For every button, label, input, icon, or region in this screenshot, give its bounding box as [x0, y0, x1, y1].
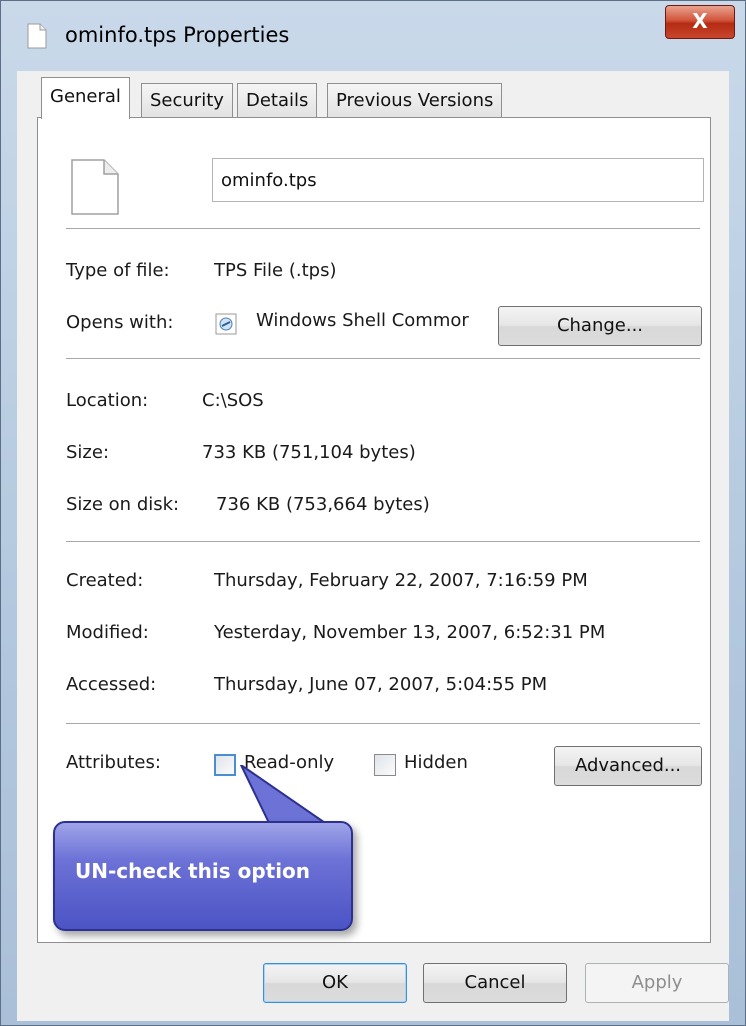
- created-label: Created:: [66, 570, 144, 591]
- tab-security-label: Security: [150, 90, 224, 111]
- general-panel: Type of file: TPS File (.tps) Opens with…: [37, 117, 711, 943]
- read-only-checkbox[interactable]: [214, 754, 236, 776]
- callout-pointer: [239, 765, 335, 828]
- modified-value: Yesterday, November 13, 2007, 6:52:31 PM: [214, 622, 606, 643]
- callout-text: UN-check this option: [75, 859, 311, 883]
- tab-general[interactable]: General: [41, 77, 130, 119]
- document-icon: [27, 23, 47, 49]
- tab-previous-versions-label: Previous Versions: [336, 90, 494, 111]
- created-value: Thursday, February 22, 2007, 7:16:59 PM: [214, 570, 588, 591]
- size-label: Size:: [66, 442, 110, 463]
- size-value: 733 KB (751,104 bytes): [202, 442, 416, 463]
- tab-security[interactable]: Security: [141, 83, 233, 117]
- close-button[interactable]: X: [665, 5, 735, 39]
- accessed-label: Accessed:: [66, 674, 157, 695]
- divider: [66, 541, 700, 542]
- properties-window: ominfo.tps Properties X General Security…: [0, 0, 746, 1026]
- divider: [66, 228, 700, 229]
- divider: [66, 723, 700, 724]
- type-of-file-value: TPS File (.tps): [214, 260, 337, 281]
- advanced-button[interactable]: Advanced...: [554, 746, 702, 786]
- shell-app-icon: [215, 313, 237, 335]
- apply-button[interactable]: Apply: [585, 963, 729, 1003]
- divider: [66, 358, 700, 359]
- title-bar[interactable]: ominfo.tps Properties X: [1, 1, 745, 69]
- opens-with-value: Windows Shell Commor: [256, 310, 469, 331]
- document-icon: [71, 159, 119, 215]
- size-on-disk-value: 736 KB (753,664 bytes): [216, 494, 430, 515]
- change-button[interactable]: Change...: [498, 306, 702, 346]
- callout-box: UN-check this option: [53, 821, 353, 931]
- location-label: Location:: [66, 390, 149, 411]
- hidden-checkbox[interactable]: [374, 754, 396, 776]
- ok-button[interactable]: OK: [263, 963, 407, 1003]
- hidden-label[interactable]: Hidden: [404, 752, 468, 773]
- tab-previous-versions[interactable]: Previous Versions: [327, 83, 503, 117]
- tab-general-label: General: [50, 86, 121, 107]
- attributes-label: Attributes:: [66, 752, 161, 773]
- filename-input[interactable]: [212, 158, 704, 202]
- close-icon: X: [692, 9, 708, 33]
- dialog-client: General Security Details Previous Versio…: [17, 71, 729, 1021]
- modified-label: Modified:: [66, 622, 149, 643]
- accessed-value: Thursday, June 07, 2007, 5:04:55 PM: [214, 674, 548, 695]
- location-value: C:\SOS: [202, 390, 264, 411]
- window-title: ominfo.tps Properties: [65, 23, 290, 47]
- tab-details[interactable]: Details: [237, 83, 318, 117]
- tab-details-label: Details: [246, 90, 309, 111]
- opens-with-label: Opens with:: [66, 312, 174, 333]
- cancel-button[interactable]: Cancel: [423, 963, 567, 1003]
- type-of-file-label: Type of file:: [66, 260, 170, 281]
- size-on-disk-label: Size on disk:: [66, 494, 180, 515]
